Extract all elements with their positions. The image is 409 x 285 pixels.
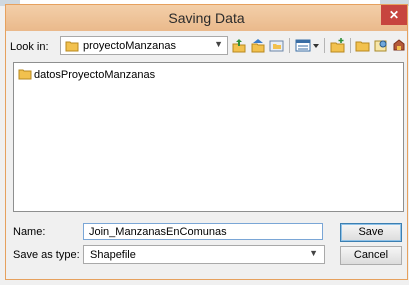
up-one-level-icon[interactable] <box>231 38 247 53</box>
folder-icon <box>18 68 32 80</box>
close-button[interactable]: ✕ <box>381 5 407 25</box>
connect-folder-icon[interactable] <box>269 38 285 53</box>
saving-data-dialog: Saving Data ✕ Look in: proyectoManzanas … <box>5 4 408 280</box>
toolbar-separator <box>350 38 351 53</box>
home-icon[interactable] <box>250 38 266 53</box>
view-menu-chevron-down-icon[interactable] <box>312 38 320 53</box>
look-in-label: Look in: <box>10 41 49 53</box>
list-item-label: datosProyectoManzanas <box>34 69 156 81</box>
new-folder-icon[interactable] <box>330 38 346 53</box>
catalog-icon[interactable] <box>373 38 389 53</box>
look-in-value: proyectoManzanas <box>83 40 176 52</box>
cancel-button[interactable]: Cancel <box>340 246 402 265</box>
save-button[interactable]: Save <box>340 223 402 242</box>
name-field[interactable] <box>83 223 323 240</box>
folder-icon <box>65 40 79 52</box>
toolbar-separator <box>289 38 290 53</box>
view-details-icon[interactable] <box>295 38 311 53</box>
title-bar[interactable]: Saving Data ✕ <box>6 5 407 31</box>
name-label: Name: <box>13 226 46 238</box>
look-in-dropdown[interactable]: proyectoManzanas ▼ <box>60 36 228 55</box>
save-as-type-label: Save as type: <box>13 249 80 261</box>
database-icon[interactable] <box>391 38 407 53</box>
dialog-title: Saving Data <box>168 10 245 26</box>
chevron-down-icon[interactable]: ▼ <box>309 248 318 258</box>
file-list[interactable]: datosProyectoManzanas <box>13 62 404 212</box>
toolbar-separator <box>324 38 325 53</box>
chevron-down-icon[interactable]: ▼ <box>214 39 223 49</box>
folder-icon[interactable] <box>355 38 371 53</box>
save-as-type-dropdown[interactable]: Shapefile ▼ <box>83 245 325 264</box>
save-as-type-value: Shapefile <box>90 249 136 261</box>
